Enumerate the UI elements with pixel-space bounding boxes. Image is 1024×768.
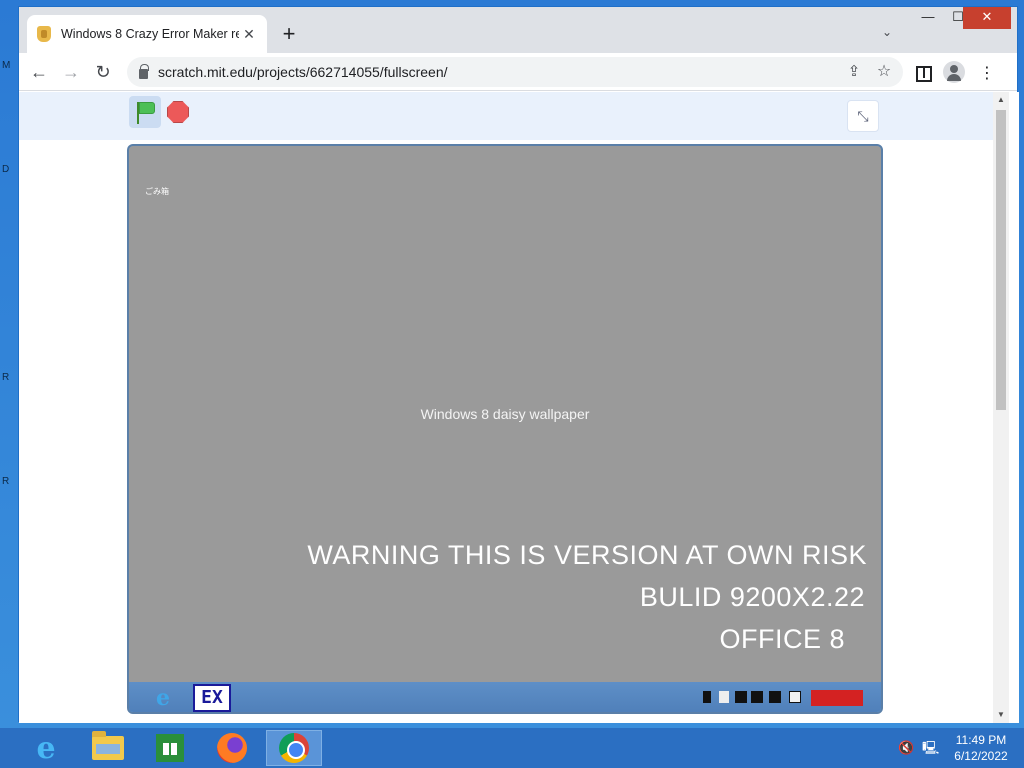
system-clock[interactable]: 11:49 PM 6/12/2022 (948, 732, 1014, 764)
simulated-tray-icon (703, 691, 711, 703)
wallpaper-label: Windows 8 daisy wallpaper (420, 406, 590, 422)
page-scrollbar[interactable]: ▲ ▼ (993, 92, 1009, 723)
scroll-up-arrow-icon[interactable]: ▲ (993, 92, 1009, 108)
simulated-ex-icon[interactable]: EX (193, 684, 231, 712)
share-icon[interactable]: ⇪ (845, 63, 863, 81)
tab-title: Windows 8 Crazy Error Maker re (61, 27, 239, 41)
new-tab-button[interactable]: + (277, 23, 301, 47)
tab-favicon-icon (37, 26, 51, 42)
profile-avatar-icon[interactable] (943, 61, 965, 83)
warning-text-line-2: BULID 9200X2.22 (639, 582, 865, 612)
tab-close-icon[interactable]: ✕ (241, 26, 257, 43)
firefox-icon (217, 733, 247, 763)
back-button[interactable]: ← (27, 60, 51, 84)
clock-date: 6/12/2022 (954, 749, 1008, 763)
lock-icon[interactable] (139, 63, 149, 79)
browser-menu-icon[interactable]: ⋮ (977, 63, 997, 83)
scratch-stage[interactable]: Windows 8 daisy wallpaper ごみ箱 WARNING TH… (127, 144, 883, 714)
volume-muted-icon[interactable]: 🔇 (898, 740, 914, 756)
browser-toolbar: ← → ↻ scratch.mit.edu/projects/662714055… (19, 53, 1017, 91)
address-bar[interactable]: scratch.mit.edu/projects/662714055/fulls… (127, 57, 903, 87)
desktop-icon-label-r2[interactable]: R (2, 476, 9, 487)
simulated-clock-badge (811, 690, 863, 706)
clock-time: 11:49 PM (955, 733, 1007, 747)
store-icon (156, 734, 184, 762)
green-flag-icon (139, 102, 155, 114)
warning-text-line-1: WARNING THIS IS VERSION AT OWN RISK (307, 540, 867, 570)
bookmark-star-icon[interactable]: ☆ (875, 63, 893, 81)
recycle-bin-desktop-icon[interactable]: ごみ箱 (139, 152, 175, 200)
desktop-icon-label-m[interactable]: M (2, 60, 10, 71)
internet-explorer-icon: e (36, 730, 56, 766)
tab-search-icon[interactable]: ⌄ (877, 25, 897, 45)
reload-button[interactable]: ↻ (91, 60, 115, 84)
forward-button[interactable]: → (59, 60, 83, 84)
browser-titlebar: Windows 8 Crazy Error Maker re ✕ + ⌄ — ☐… (19, 7, 1017, 53)
recycle-bin-icon (143, 152, 167, 180)
url-text[interactable]: scratch.mit.edu/projects/662714055/fulls… (158, 64, 448, 80)
warning-text-line-3: OFFICE 8 (719, 624, 845, 654)
scroll-thumb[interactable] (996, 110, 1006, 410)
scratch-stage-controls: ⤡ (19, 92, 993, 140)
taskbar-chrome[interactable] (266, 730, 322, 766)
folder-icon (92, 731, 124, 760)
taskbar-store[interactable] (142, 730, 198, 766)
desktop-icon-label-d[interactable]: D (2, 164, 9, 175)
windows-taskbar: e 🔇 🖳 11:49 PM 6/12/2022 (0, 728, 1024, 768)
simulated-keyboard-icon (719, 691, 729, 703)
recycle-bin-label: ごみ箱 (145, 187, 169, 196)
desktop-icon-label-r1[interactable]: R (2, 372, 9, 383)
page-content: ⤡ Windows 8 daisy wallpaper ごみ箱 WARNING … (19, 92, 1019, 723)
simulated-ie-icon[interactable]: e (151, 686, 175, 710)
green-flag-button[interactable] (129, 96, 161, 128)
browser-window: Windows 8 Crazy Error Maker re ✕ + ⌄ — ☐… (18, 6, 1019, 723)
simulated-monitor-icon (751, 691, 763, 703)
chrome-icon (279, 733, 309, 763)
scroll-down-arrow-icon[interactable]: ▼ (993, 707, 1009, 723)
simulated-taskbar: e EX (129, 682, 881, 712)
simulated-notes-icon (789, 691, 801, 703)
taskbar-firefox[interactable] (204, 730, 260, 766)
close-window-button[interactable]: ✕ (963, 7, 1011, 29)
simulated-volume-icon (769, 691, 781, 703)
browser-tab[interactable]: Windows 8 Crazy Error Maker re ✕ (27, 15, 267, 53)
network-icon[interactable]: 🖳 (922, 740, 939, 756)
side-panel-icon[interactable] (913, 63, 933, 83)
exit-fullscreen-button[interactable]: ⤡ (847, 100, 879, 132)
taskbar-file-explorer[interactable] (80, 730, 136, 766)
simulated-network-icon (735, 691, 747, 703)
stop-sign-button[interactable] (167, 101, 189, 123)
taskbar-internet-explorer[interactable]: e (18, 730, 74, 766)
